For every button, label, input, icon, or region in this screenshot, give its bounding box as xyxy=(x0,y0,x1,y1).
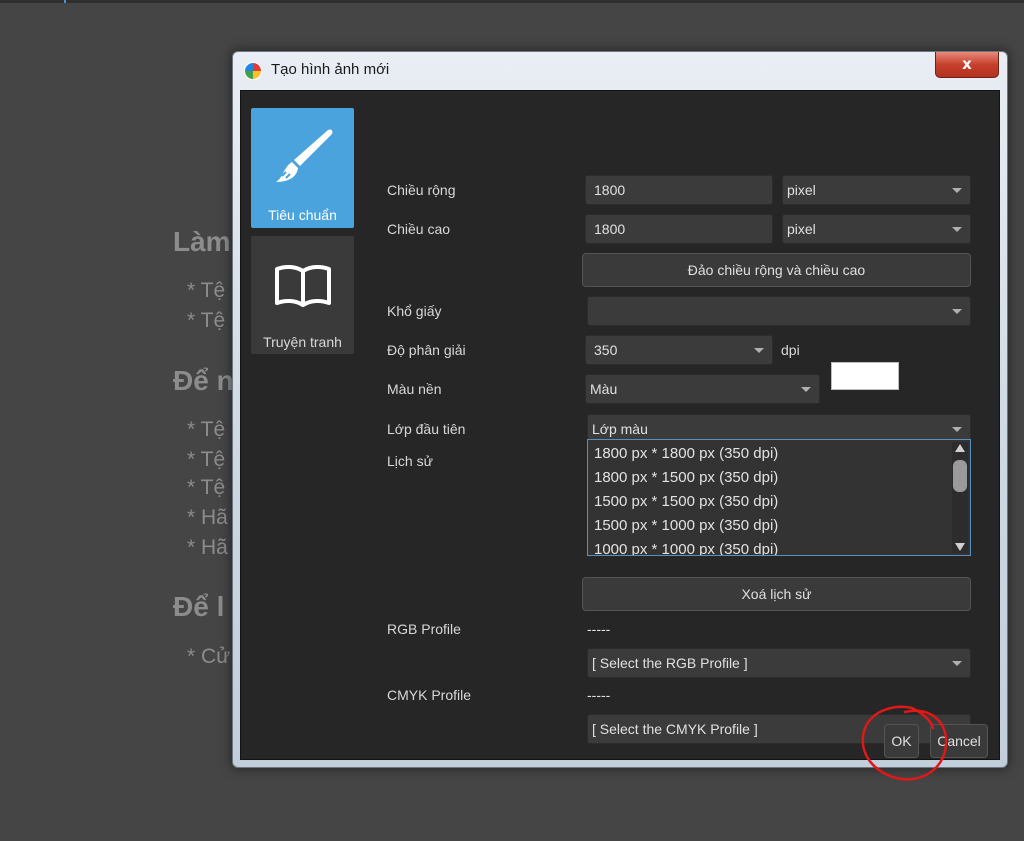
chevron-down-icon xyxy=(952,661,962,666)
height-label: Chiều cao xyxy=(387,221,451,237)
background-color-label: Màu nền xyxy=(387,381,442,397)
dialog-content: Tiêu chuẩn Truyện tranh Chiều rộng 1800 … xyxy=(240,90,1000,760)
sidebar-item-comic[interactable]: Truyện tranh xyxy=(251,236,354,354)
rgb-profile-value: [ Select the RGB Profile ] xyxy=(592,655,748,671)
new-image-dialog: Tạo hình ảnh mới x Tiêu chuẩn Truyện tra… xyxy=(232,51,1008,768)
paper-size-label: Khổ giấy xyxy=(387,303,442,319)
width-label: Chiều rộng xyxy=(387,182,456,198)
close-button[interactable]: x xyxy=(935,52,999,78)
bg-list-item: * Tệ xyxy=(187,448,226,471)
history-item[interactable]: 1500 px * 1000 px (350 dpi) xyxy=(594,514,944,538)
chevron-down-icon xyxy=(754,348,764,353)
rgb-profile-select[interactable]: [ Select the RGB Profile ] xyxy=(587,648,971,678)
sidebar-item-label: Tiêu chuẩn xyxy=(268,207,337,223)
bg-list-item: * Hã xyxy=(187,506,228,529)
bg-list-item: * Cử xyxy=(187,645,231,668)
resolution-value: 350 xyxy=(594,342,618,358)
cmyk-profile-current: ----- xyxy=(587,687,611,703)
dialog-title: Tạo hình ảnh mới xyxy=(271,61,390,78)
bg-list-item: * Tệ xyxy=(187,279,226,302)
bg-list-item: * Tệ xyxy=(187,309,226,332)
sidebar-item-standard[interactable]: Tiêu chuẩn xyxy=(251,108,354,228)
sidebar-item-label: Truyện tranh xyxy=(263,334,342,350)
history-scrollbar[interactable] xyxy=(952,442,968,553)
bg-list-item: * Hã xyxy=(187,536,228,559)
chevron-down-icon xyxy=(801,387,811,392)
cmyk-profile-label: CMYK Profile xyxy=(387,687,472,703)
history-item[interactable]: 1800 px * 1500 px (350 dpi) xyxy=(594,466,944,490)
bg-heading-3: Để l xyxy=(173,591,225,622)
height-unit-value: pixel xyxy=(787,221,816,237)
clear-history-button[interactable]: Xoá lịch sử xyxy=(582,577,971,611)
app-logo-icon xyxy=(244,62,262,80)
brush-icon xyxy=(251,126,354,188)
width-unit-select[interactable]: pixel xyxy=(782,175,971,205)
height-unit-select[interactable]: pixel xyxy=(782,214,971,244)
chevron-down-icon xyxy=(952,427,962,432)
first-layer-value: Lớp màu xyxy=(592,421,648,437)
width-input[interactable]: 1800 xyxy=(585,175,773,205)
book-icon xyxy=(251,263,354,309)
first-layer-label: Lớp đầu tiên xyxy=(387,421,466,437)
resolution-label: Độ phân giải xyxy=(387,342,466,358)
width-unit-value: pixel xyxy=(787,182,816,198)
history-list[interactable]: 1800 px * 1800 px (350 dpi) 1800 px * 15… xyxy=(587,439,971,556)
history-item[interactable]: 1500 px * 1500 px (350 dpi) xyxy=(594,490,944,514)
history-item[interactable]: 1000 px * 1000 px (350 dpi) xyxy=(594,538,944,555)
background-color-swatch[interactable] xyxy=(831,362,899,390)
cancel-button[interactable]: Cancel xyxy=(930,724,988,758)
resolution-unit-label: dpi xyxy=(781,342,800,358)
scroll-down-icon[interactable] xyxy=(955,543,965,551)
chevron-down-icon xyxy=(952,188,962,193)
paper-size-select[interactable] xyxy=(587,296,971,326)
history-item[interactable]: 1800 px * 1800 px (350 dpi) xyxy=(594,442,944,466)
bg-heading-2: Để n xyxy=(173,365,234,396)
chevron-down-icon xyxy=(952,309,962,314)
background-color-value: Màu xyxy=(590,381,618,397)
cmyk-profile-value: [ Select the CMYK Profile ] xyxy=(592,721,758,737)
dialog-titlebar[interactable]: Tạo hình ảnh mới x xyxy=(233,52,1007,90)
resolution-select[interactable]: 350 xyxy=(585,335,773,365)
history-scrollbar-thumb[interactable] xyxy=(953,460,967,492)
bg-list-item: * Tệ xyxy=(187,476,226,499)
rgb-profile-label: RGB Profile xyxy=(387,621,461,637)
scroll-up-icon[interactable] xyxy=(955,444,965,452)
bg-list-item: * Tệ xyxy=(187,418,226,441)
swap-dimensions-button[interactable]: Đảo chiều rộng và chiều cao xyxy=(582,253,971,287)
chevron-down-icon xyxy=(952,227,962,232)
ok-button[interactable]: OK xyxy=(884,724,919,758)
height-input[interactable]: 1800 xyxy=(585,214,773,244)
bg-heading-1: Làm xyxy=(173,226,231,257)
background-color-select[interactable]: Màu xyxy=(585,374,820,404)
history-label: Lịch sử xyxy=(387,453,433,469)
rgb-profile-current: ----- xyxy=(587,621,611,637)
